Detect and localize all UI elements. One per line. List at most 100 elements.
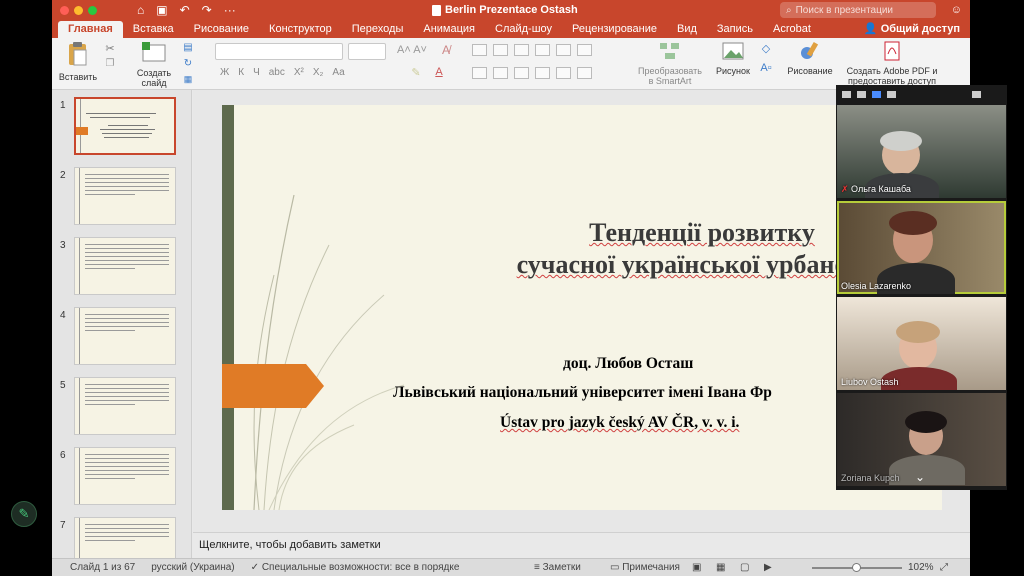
author-name[interactable]: доц. Любов Осташ — [563, 355, 693, 373]
clear-format-icon[interactable]: A̸ — [437, 43, 455, 57]
align-center-icon[interactable] — [493, 67, 508, 79]
format-button-5[interactable]: X₂ — [313, 67, 324, 78]
copy-icon[interactable]: ❐ — [102, 58, 118, 69]
format-button-4[interactable]: X² — [294, 67, 304, 78]
tab-9[interactable]: Запись — [707, 21, 763, 38]
institute-name[interactable]: Ústav pro jazyk český AV ČR, v. v. i. — [500, 414, 739, 432]
pen-annotation-icon[interactable]: ✎ — [11, 501, 37, 527]
columns-icon[interactable] — [577, 44, 592, 56]
zoom-slider-knob[interactable] — [852, 563, 861, 572]
save-icon[interactable]: ▣ — [156, 3, 167, 17]
align-right-icon[interactable] — [514, 67, 529, 79]
tab-3[interactable]: Конструктор — [259, 21, 342, 38]
picture-button[interactable]: Рисунок — [712, 41, 754, 76]
account-icon[interactable]: ☺ — [951, 4, 962, 16]
format-button-0[interactable]: Ж — [220, 67, 229, 78]
strip-view-icon[interactable] — [857, 90, 866, 98]
drawing-button[interactable]: Рисование — [782, 41, 838, 76]
font-grow-icon[interactable]: A˄ A˅ — [392, 44, 432, 56]
section-icon[interactable]: ▦ — [180, 74, 196, 85]
participant-tile-3[interactable]: Liubov Ostash — [837, 297, 1006, 390]
home-icon[interactable]: ⌂ — [137, 3, 144, 17]
expand-panel-icon[interactable] — [972, 90, 981, 98]
minimize-window-button[interactable] — [74, 5, 83, 15]
paste-button[interactable]: Вставить — [58, 41, 98, 82]
new-slide-button[interactable]: Создать слайд — [132, 41, 176, 88]
participant-tile-1[interactable]: ✗ Ольга Кашаба — [837, 105, 1006, 198]
tab-5[interactable]: Анимация — [413, 21, 485, 38]
create-pdf-button[interactable]: Создать Adobe PDF и предоставить доступ — [842, 41, 942, 86]
tab-7[interactable]: Рецензирование — [562, 21, 667, 38]
tab-0[interactable]: Главная — [58, 21, 123, 38]
textbox-icon[interactable]: A▫ — [757, 62, 775, 74]
speaker-view-icon[interactable] — [872, 90, 881, 98]
slide-thumbnail[interactable] — [74, 447, 176, 505]
redo-icon[interactable]: ↷ — [202, 3, 212, 17]
slide-thumbnail[interactable] — [74, 97, 176, 155]
slide-thumbnail[interactable] — [74, 307, 176, 365]
font-size-select[interactable] — [348, 43, 386, 60]
slide-thumbnail[interactable] — [74, 377, 176, 435]
text-direction-icon[interactable] — [556, 67, 571, 79]
gallery-view-icon[interactable] — [887, 90, 896, 98]
cut-icon[interactable]: ✂ — [102, 42, 118, 55]
tab-4[interactable]: Переходы — [342, 21, 414, 38]
participant-tile-4[interactable]: Zoriana Kupch ⌄ — [837, 393, 1006, 486]
language-indicator[interactable]: русский (Украина) — [151, 562, 234, 573]
slide-thumbnail-row[interactable]: 4 — [52, 304, 191, 365]
reset-icon[interactable]: ↻ — [180, 58, 196, 69]
tab-10[interactable]: Acrobat — [763, 21, 821, 38]
shapes-icon[interactable]: ◇ — [757, 42, 775, 55]
line-spacing-icon[interactable] — [556, 44, 571, 56]
numbering-icon[interactable] — [493, 44, 508, 56]
format-button-6[interactable]: Aa — [332, 67, 344, 78]
font-family-select[interactable] — [215, 43, 343, 60]
justify-icon[interactable] — [535, 67, 550, 79]
slide-thumbnail[interactable] — [74, 517, 176, 560]
undo-icon[interactable]: ↶ — [180, 3, 190, 17]
fit-slide-icon[interactable]: ⤢ — [940, 562, 948, 573]
slide-thumbnail[interactable] — [74, 167, 176, 225]
slide-thumbnail-row[interactable]: 5 — [52, 374, 191, 435]
zoom-level[interactable]: 102% — [908, 562, 934, 573]
comments-toggle[interactable]: ▭ Примечания — [610, 562, 680, 573]
minimize-panel-icon[interactable] — [842, 90, 851, 98]
slide-sorter-icon[interactable]: ▦ — [716, 562, 725, 573]
close-window-button[interactable] — [60, 5, 69, 15]
tab-6[interactable]: Слайд-шоу — [485, 21, 562, 38]
layout-icon[interactable]: ▤ — [180, 42, 196, 53]
maximize-window-button[interactable] — [88, 5, 97, 15]
align-text-icon[interactable] — [577, 67, 592, 79]
slide-thumbnail-row[interactable]: 1 — [52, 94, 191, 155]
normal-view-icon[interactable]: ▣ — [692, 562, 701, 573]
current-slide[interactable]: Тенденції розвитку сучасної української … — [222, 105, 942, 510]
slide-thumbnail-row[interactable]: 6 — [52, 444, 191, 505]
slide-thumbnail-row[interactable]: 2 — [52, 164, 191, 225]
highlight-icon[interactable]: ✎ — [407, 66, 425, 79]
search-box[interactable]: ⌕ Поиск в презентации — [780, 2, 936, 18]
indent-icon[interactable] — [535, 44, 550, 56]
format-button-1[interactable]: К — [238, 67, 244, 78]
share-button[interactable]: 👤 Общий доступ — [864, 22, 960, 35]
tab-2[interactable]: Рисование — [184, 21, 259, 38]
notes-pane[interactable]: Щелкните, чтобы добавить заметки — [193, 532, 970, 558]
slideshow-icon[interactable]: ▶ — [764, 562, 772, 573]
notes-toggle[interactable]: ≡ Заметки — [534, 562, 581, 573]
tab-8[interactable]: Вид — [667, 21, 707, 38]
chevron-down-icon[interactable]: ⌄ — [915, 470, 925, 484]
format-button-3[interactable]: abc — [269, 67, 285, 78]
align-left-icon[interactable] — [472, 67, 487, 79]
accessibility-status[interactable]: ✓ Специальные возможности: все в порядке — [251, 562, 460, 573]
slide-thumbnail-row[interactable]: 3 — [52, 234, 191, 295]
format-button-2[interactable]: Ч — [253, 67, 260, 78]
participant-tile-2[interactable]: Olesia Lazarenko — [837, 201, 1006, 294]
outdent-icon[interactable] — [514, 44, 529, 56]
university-name[interactable]: Львівський національний університет імен… — [393, 384, 772, 402]
smartart-button[interactable]: Преобразовать в SmartArt — [632, 41, 708, 86]
slide-thumbnail-row[interactable]: 7 — [52, 514, 191, 560]
font-color-icon[interactable]: A — [430, 66, 448, 78]
tab-1[interactable]: Вставка — [123, 21, 184, 38]
bullets-icon[interactable] — [472, 44, 487, 56]
slide-thumbnail[interactable] — [74, 237, 176, 295]
more-icon[interactable]: ··· — [224, 3, 236, 17]
